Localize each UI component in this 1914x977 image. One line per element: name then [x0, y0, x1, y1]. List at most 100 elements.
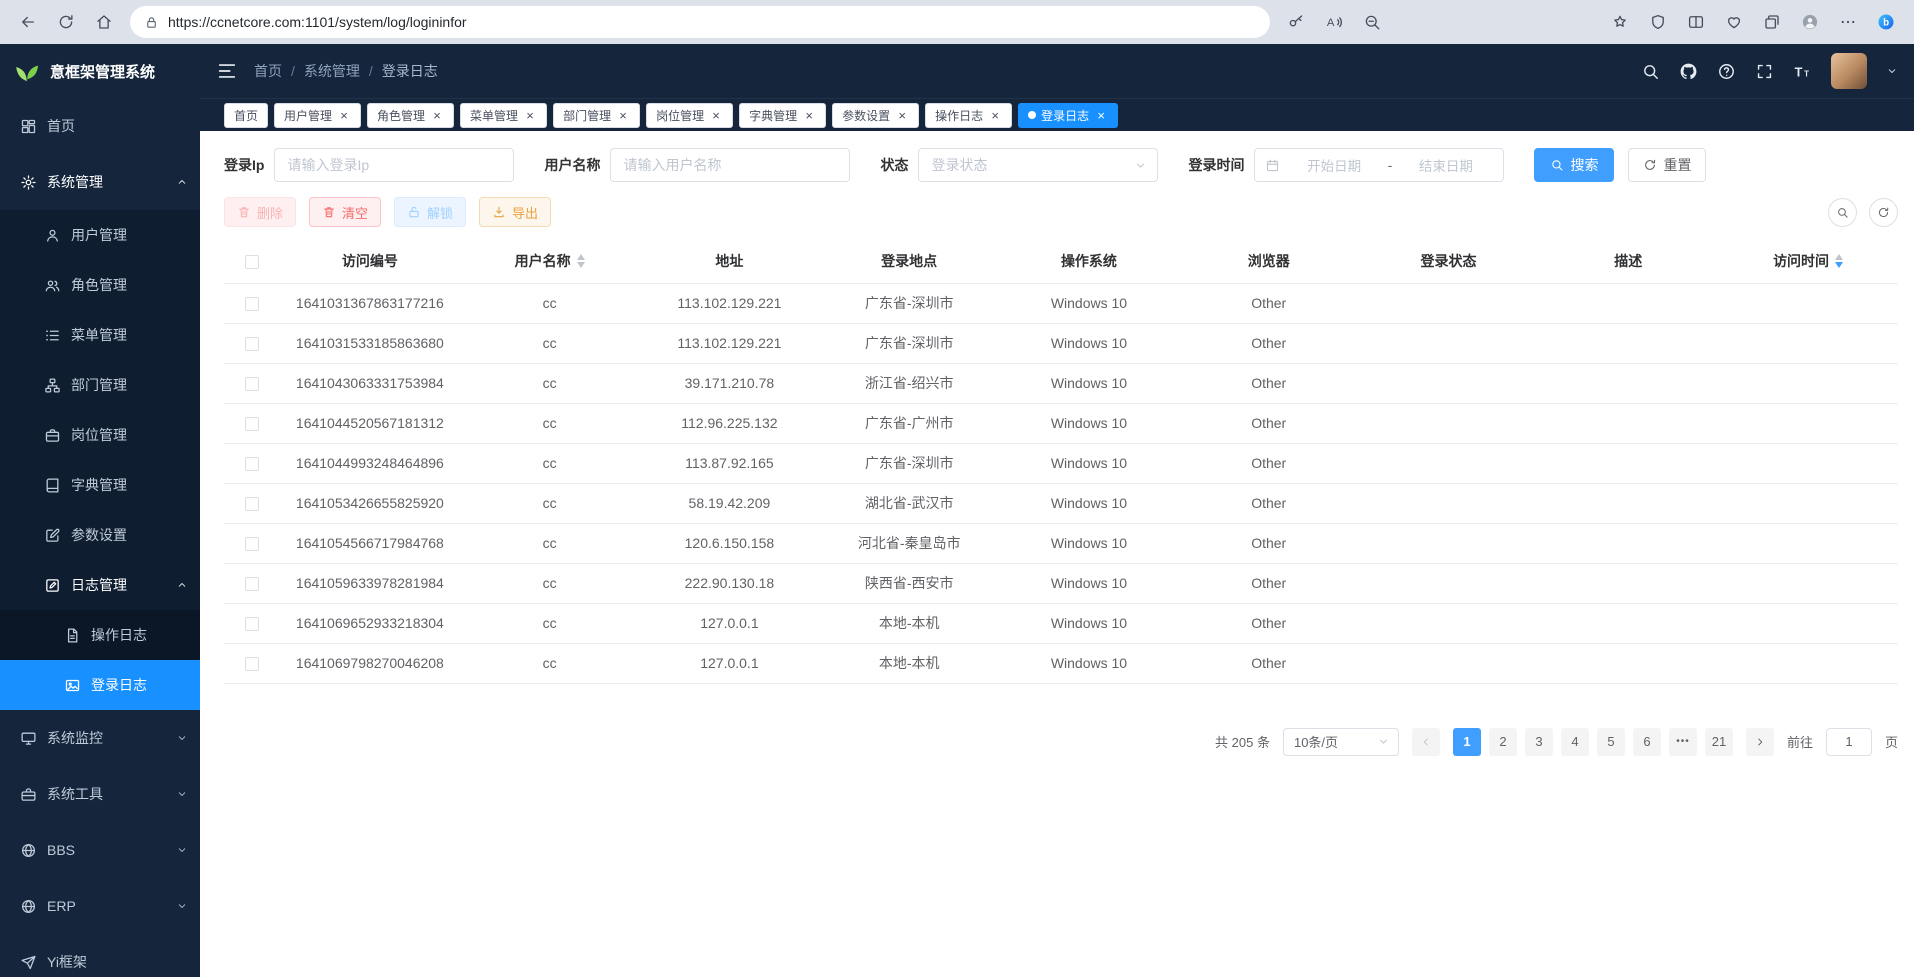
address-bar[interactable]: https://ccnetcore.com:1101/system/log/lo… [130, 6, 1270, 38]
select-all-checkbox[interactable] [245, 255, 259, 269]
sort-desc-caret-icon[interactable] [1835, 262, 1843, 268]
sidebar-item-param-settings[interactable]: 参数设置 [0, 510, 200, 560]
read-aloud-icon[interactable]: A [1316, 4, 1352, 40]
page-button-6[interactable]: 6 [1633, 728, 1661, 756]
breadcrumb-item[interactable]: 首页 [254, 61, 282, 81]
page-button-21[interactable]: 21 [1705, 728, 1733, 756]
password-key-icon[interactable] [1278, 4, 1314, 40]
site-security-icon[interactable] [144, 15, 159, 30]
tab-close-icon[interactable]: × [1094, 108, 1108, 122]
tab-close-icon[interactable]: × [337, 108, 351, 122]
clear-button[interactable]: 清空 [309, 197, 381, 227]
sidebar-toggle-icon[interactable] [216, 60, 238, 82]
row-checkbox[interactable] [245, 297, 259, 311]
tab-dict-management[interactable]: 字典管理× [739, 103, 826, 128]
goto-page-input[interactable] [1826, 728, 1872, 756]
sidebar-item-yi-framework[interactable]: Yi框架 [0, 934, 200, 977]
page-button-3[interactable]: 3 [1525, 728, 1553, 756]
sort-asc-caret-icon[interactable] [577, 254, 585, 260]
login-time-range-picker[interactable]: 开始日期 - 结束日期 [1254, 148, 1504, 182]
column-header-user[interactable]: 用户名称 [460, 239, 640, 283]
sort-asc-caret-icon[interactable] [1835, 254, 1843, 260]
browser-essentials-icon[interactable] [1716, 4, 1752, 40]
sidebar-item-user-management[interactable]: 用户管理 [0, 210, 200, 260]
tab-close-icon[interactable]: × [430, 108, 444, 122]
unlock-button[interactable]: 解锁 [394, 197, 466, 227]
add-favorite-icon[interactable] [1602, 4, 1638, 40]
collections-icon[interactable] [1754, 4, 1790, 40]
row-checkbox[interactable] [245, 577, 259, 591]
column-header-time[interactable]: 访问时间 [1718, 239, 1898, 283]
tab-close-icon[interactable]: × [802, 108, 816, 122]
sidebar-item-menu-management[interactable]: 菜单管理 [0, 310, 200, 360]
profile-icon[interactable] [1792, 4, 1828, 40]
sidebar-item-dept-management[interactable]: 部门管理 [0, 360, 200, 410]
page-button-4[interactable]: 4 [1561, 728, 1589, 756]
sidebar-item-post-management[interactable]: 岗位管理 [0, 410, 200, 460]
breadcrumb-item[interactable]: 系统管理 [304, 61, 360, 81]
refresh-table-button[interactable] [1869, 198, 1898, 227]
sidebar-item-system-tools[interactable]: 系统工具 [0, 766, 200, 822]
sidebar-item-system-management[interactable]: 系统管理 [0, 154, 200, 210]
search-button[interactable]: 搜索 [1534, 148, 1614, 182]
sidebar-item-login-log[interactable]: 登录日志 [0, 660, 200, 710]
sidebar-item-log-management[interactable]: 日志管理 [0, 560, 200, 610]
page-ellipsis[interactable]: ••• [1669, 728, 1697, 756]
tab-dept-management[interactable]: 部门管理× [553, 103, 640, 128]
sort-carets[interactable] [1835, 254, 1843, 268]
bing-chat-icon[interactable]: b [1868, 4, 1904, 40]
row-checkbox[interactable] [245, 537, 259, 551]
row-checkbox[interactable] [245, 657, 259, 671]
tab-close-icon[interactable]: × [616, 108, 630, 122]
login-ip-input[interactable] [274, 148, 514, 182]
tab-close-icon[interactable]: × [523, 108, 537, 122]
split-screen-icon[interactable] [1678, 4, 1714, 40]
user-avatar[interactable] [1831, 53, 1867, 89]
shield-icon[interactable] [1640, 4, 1676, 40]
row-checkbox[interactable] [245, 497, 259, 511]
tab-param-settings[interactable]: 参数设置× [832, 103, 919, 128]
tab-user-management[interactable]: 用户管理× [274, 103, 361, 128]
sort-carets[interactable] [577, 254, 585, 268]
reload-icon[interactable] [48, 4, 84, 40]
delete-button[interactable]: 删除 [224, 197, 296, 227]
row-checkbox[interactable] [245, 337, 259, 351]
status-select[interactable]: 登录状态 [918, 148, 1158, 182]
row-checkbox[interactable] [245, 417, 259, 431]
sidebar-item-operation-log[interactable]: 操作日志 [0, 610, 200, 660]
tab-operation-log[interactable]: 操作日志× [925, 103, 1012, 128]
more-menu-icon[interactable] [1830, 4, 1866, 40]
back-icon[interactable] [10, 4, 46, 40]
sidebar-item-dict-management[interactable]: 字典管理 [0, 460, 200, 510]
tab-role-management[interactable]: 角色管理× [367, 103, 454, 128]
tab-menu-management[interactable]: 菜单管理× [460, 103, 547, 128]
sidebar-item-bbs[interactable]: BBS [0, 822, 200, 878]
page-button-5[interactable]: 5 [1597, 728, 1625, 756]
page-size-select[interactable]: 10条/页 [1283, 728, 1399, 756]
row-checkbox[interactable] [245, 377, 259, 391]
sidebar-item-erp[interactable]: ERP [0, 878, 200, 934]
sidebar-item-home[interactable]: 首页 [0, 98, 200, 154]
font-size-icon[interactable]: TT [1793, 62, 1812, 81]
tab-close-icon[interactable]: × [988, 108, 1002, 122]
reset-button[interactable]: 重置 [1628, 148, 1706, 182]
next-page-button[interactable] [1746, 728, 1774, 756]
tab-close-icon[interactable]: × [895, 108, 909, 122]
fullscreen-icon[interactable] [1755, 62, 1774, 81]
row-checkbox[interactable] [245, 457, 259, 471]
sidebar-item-role-management[interactable]: 角色管理 [0, 260, 200, 310]
tab-login-log[interactable]: 登录日志× [1018, 103, 1118, 128]
tab-home[interactable]: 首页 [224, 103, 268, 128]
header-search-icon[interactable] [1641, 62, 1660, 81]
sidebar-item-system-monitor[interactable]: 系统监控 [0, 710, 200, 766]
tab-post-management[interactable]: 岗位管理× [646, 103, 733, 128]
zoom-out-icon[interactable] [1354, 4, 1390, 40]
export-button[interactable]: 导出 [479, 197, 551, 227]
github-icon[interactable] [1679, 62, 1698, 81]
page-button-1[interactable]: 1 [1453, 728, 1481, 756]
sort-desc-caret-icon[interactable] [577, 262, 585, 268]
user-name-input[interactable] [610, 148, 850, 182]
browser-home-icon[interactable] [86, 4, 122, 40]
page-button-2[interactable]: 2 [1489, 728, 1517, 756]
prev-page-button[interactable] [1412, 728, 1440, 756]
